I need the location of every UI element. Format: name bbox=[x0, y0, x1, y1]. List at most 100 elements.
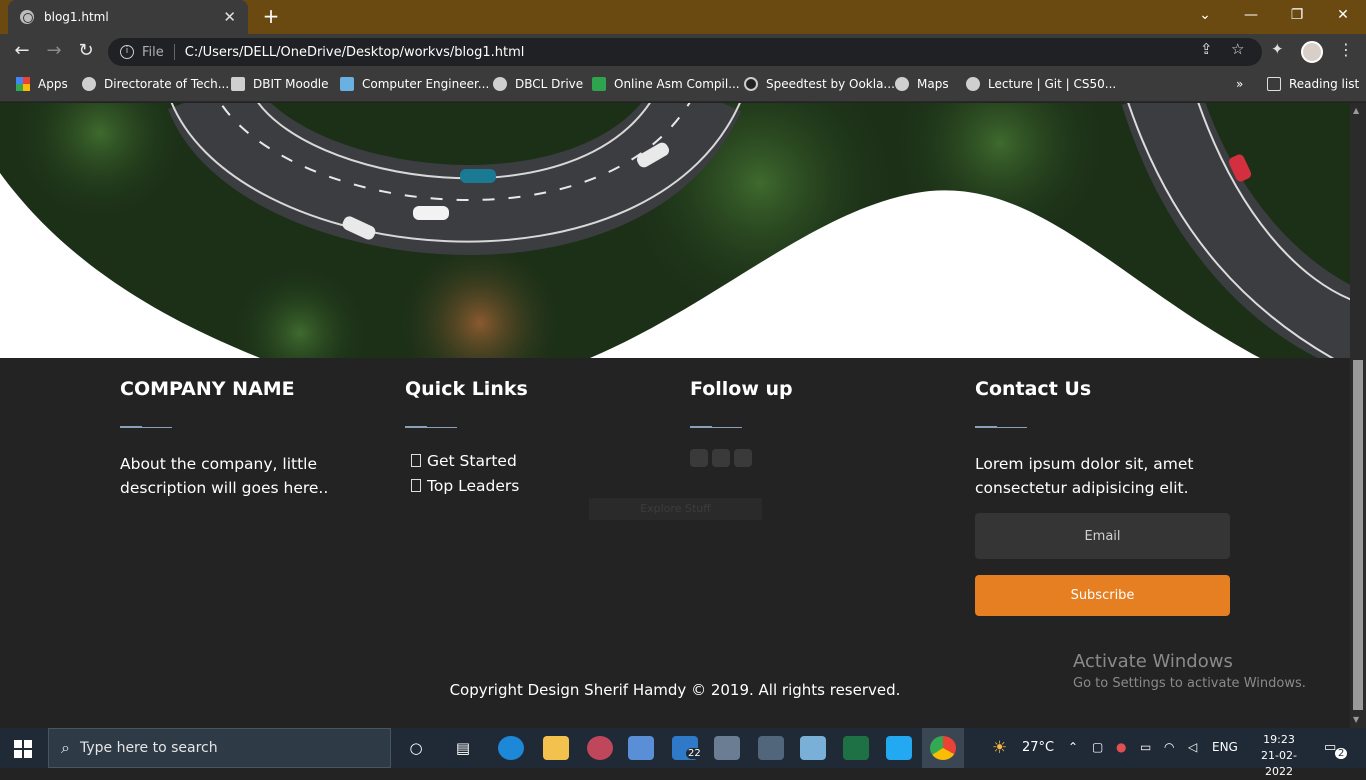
reload-icon[interactable]: ↻ bbox=[74, 40, 98, 64]
taskbar-clock[interactable]: 19:23 21-02-2022 bbox=[1251, 732, 1307, 780]
weather-temperature[interactable]: 27°C bbox=[1022, 740, 1054, 755]
activate-windows-title: Activate Windows bbox=[1073, 651, 1233, 672]
bookmark-dbcl-drive[interactable]: DBCL Drive bbox=[493, 77, 583, 91]
more-bookmarks-icon[interactable]: » bbox=[1236, 77, 1243, 91]
missing-glyph-icon bbox=[411, 479, 421, 492]
tab-title: blog1.html bbox=[44, 10, 109, 24]
contact-us-heading: Contact Us bbox=[975, 378, 1092, 400]
heading-underline bbox=[690, 426, 742, 428]
camera-icon[interactable] bbox=[714, 736, 740, 760]
activate-windows-watermark: Activate Windows Go to Settings to activ… bbox=[1073, 651, 1306, 691]
windows-start-icon[interactable] bbox=[14, 740, 32, 758]
explore-stuff-button[interactable]: Explore Stuff bbox=[589, 498, 762, 520]
bookmark-online-asm[interactable]: Online Asm Compil... bbox=[592, 77, 740, 91]
bookmark-git-lecture[interactable]: Lecture | Git | CS50... bbox=[966, 77, 1116, 91]
info-icon[interactable]: i bbox=[120, 45, 134, 59]
restore-button[interactable]: ❐ bbox=[1274, 4, 1320, 28]
company-name-heading: COMPANY NAME bbox=[120, 378, 295, 400]
url-input[interactable]: i File C:/Users/DELL/OneDrive/Desktop/wo… bbox=[108, 38, 1262, 66]
footer-follow-column: Follow up bbox=[690, 378, 950, 467]
globe-icon bbox=[82, 77, 96, 91]
battery-icon[interactable]: ▭ bbox=[1140, 740, 1151, 754]
tab-close-icon[interactable]: ✕ bbox=[223, 8, 236, 26]
bookmark-apps[interactable]: Apps bbox=[16, 77, 68, 91]
tab-blog1[interactable]: blog1.html ✕ bbox=[8, 0, 248, 34]
url-text: C:/Users/DELL/OneDrive/Desktop/workvs/bl… bbox=[184, 44, 525, 60]
hero-aerial-image bbox=[0, 103, 1350, 358]
social-icon-1[interactable] bbox=[690, 449, 708, 467]
tray-chevron-up-icon[interactable]: ⌃ bbox=[1068, 740, 1078, 754]
extensions-puzzle-icon[interactable]: ✦ bbox=[1271, 40, 1284, 58]
activate-windows-subtitle: Go to Settings to activate Windows. bbox=[1073, 676, 1306, 691]
code-icon bbox=[592, 77, 606, 91]
taskbar-search-input[interactable]: ⌕ Type here to search bbox=[48, 728, 391, 768]
email-field[interactable] bbox=[975, 513, 1230, 559]
back-arrow-icon[interactable]: ← bbox=[10, 40, 34, 64]
meet-now-icon[interactable]: ▢ bbox=[1092, 740, 1103, 754]
follow-up-heading: Follow up bbox=[690, 378, 793, 400]
page-viewport: COMPANY NAME About the company, little d… bbox=[0, 103, 1350, 728]
quick-link-top-leaders[interactable]: Top Leaders bbox=[411, 474, 665, 499]
heading-underline bbox=[120, 426, 172, 428]
wifi-icon[interactable]: ◠ bbox=[1164, 740, 1174, 754]
clock-date: 21-02-2022 bbox=[1261, 749, 1297, 778]
globe-icon bbox=[20, 10, 34, 24]
globe-icon bbox=[493, 77, 507, 91]
bookmark-maps[interactable]: Maps bbox=[895, 77, 949, 91]
mail-badge: 22 bbox=[686, 748, 703, 759]
close-window-button[interactable]: ✕ bbox=[1320, 4, 1366, 28]
task-view-icon[interactable]: ▤ bbox=[450, 736, 476, 760]
notification-count: 2 bbox=[1335, 748, 1348, 759]
bookmark-star-icon[interactable]: ☆ bbox=[1231, 40, 1244, 58]
store-icon[interactable] bbox=[628, 736, 654, 760]
paint-icon[interactable] bbox=[587, 736, 613, 760]
bookmark-dbit-moodle[interactable]: DBIT Moodle bbox=[231, 77, 329, 91]
calculator-icon[interactable] bbox=[758, 736, 784, 760]
missing-glyph-icon bbox=[411, 454, 421, 467]
bookmark-speedtest[interactable]: Speedtest by Ookla... bbox=[744, 77, 895, 91]
forward-arrow-icon[interactable]: → bbox=[42, 40, 66, 64]
network-error-icon[interactable]: ● bbox=[1116, 740, 1126, 754]
address-bar: ← → ↻ i File C:/Users/DELL/OneDrive/Desk… bbox=[0, 34, 1366, 70]
moodle-icon bbox=[231, 77, 245, 91]
quick-link-get-started[interactable]: Get Started bbox=[411, 449, 665, 474]
new-tab-button[interactable]: + bbox=[258, 4, 284, 30]
input-language[interactable]: ENG bbox=[1212, 740, 1238, 754]
footer-contact-column: Contact Us Lorem ipsum dolor sit, amet c… bbox=[975, 378, 1235, 500]
search-icon: ⌕ bbox=[61, 738, 70, 757]
heading-underline bbox=[975, 426, 1027, 428]
heading-underline bbox=[405, 426, 457, 428]
url-separator bbox=[173, 44, 175, 60]
contact-description: Lorem ipsum dolor sit, amet consectetur … bbox=[975, 455, 1194, 497]
tab-search-icon[interactable]: ⌄ bbox=[1182, 4, 1228, 28]
excel-icon[interactable] bbox=[843, 736, 869, 760]
windows-taskbar: ⌕ Type here to search ○ ▤ 22 ☀ 27°C ⌃ ▢ … bbox=[0, 728, 1366, 778]
social-links bbox=[690, 449, 950, 467]
reading-list-button[interactable]: Reading list bbox=[1267, 77, 1359, 91]
bookmark-directorate[interactable]: Directorate of Tech... bbox=[82, 77, 229, 91]
apps-grid-icon bbox=[16, 77, 30, 91]
notes-icon[interactable] bbox=[800, 736, 826, 760]
cortana-icon[interactable]: ○ bbox=[403, 736, 429, 760]
chrome-icon[interactable] bbox=[930, 736, 956, 760]
bookmarks-bar: Apps Directorate of Tech... DBIT Moodle … bbox=[0, 70, 1366, 102]
globe-icon bbox=[966, 77, 980, 91]
vscode-icon[interactable] bbox=[886, 736, 912, 760]
file-explorer-icon[interactable] bbox=[543, 736, 569, 760]
scroll-down-arrow-icon[interactable]: ▼ bbox=[1353, 715, 1359, 724]
scrollbar-thumb[interactable] bbox=[1353, 360, 1363, 710]
scroll-up-arrow-icon[interactable]: ▲ bbox=[1353, 106, 1359, 115]
edge-icon[interactable] bbox=[498, 736, 524, 760]
social-icon-3[interactable] bbox=[734, 449, 752, 467]
profile-avatar[interactable] bbox=[1301, 41, 1323, 63]
more-menu-icon[interactable]: ⋮ bbox=[1338, 40, 1354, 59]
taskbar-search-placeholder: Type here to search bbox=[79, 740, 218, 756]
volume-icon[interactable]: ◁ bbox=[1188, 740, 1197, 754]
weather-sun-icon[interactable]: ☀ bbox=[992, 738, 1007, 758]
bookmark-computer-engineering[interactable]: Computer Engineer... bbox=[340, 77, 489, 91]
share-icon[interactable]: ⇪ bbox=[1200, 40, 1213, 58]
social-icon-2[interactable] bbox=[712, 449, 730, 467]
minimize-button[interactable]: — bbox=[1228, 4, 1274, 28]
subscribe-button[interactable]: Subscribe bbox=[975, 575, 1230, 616]
browser-titlebar: blog1.html ✕ + ⌄ — ❐ ✕ bbox=[0, 0, 1366, 34]
